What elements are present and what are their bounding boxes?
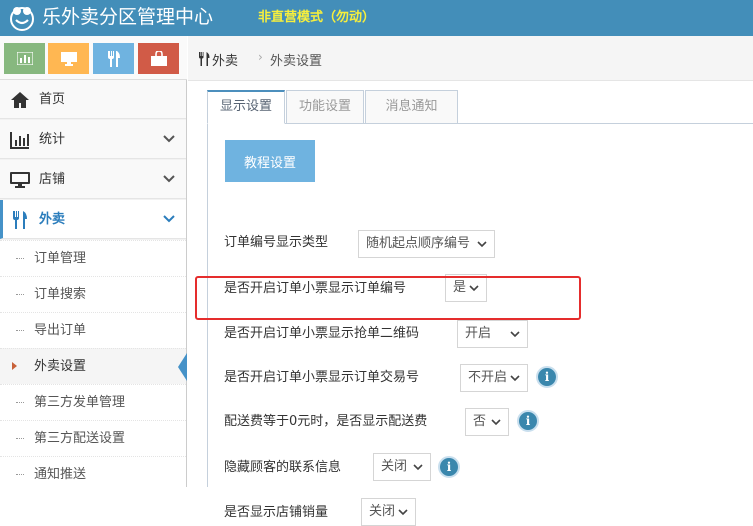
chevron-down-icon xyxy=(491,419,501,426)
select-value: 不开启 xyxy=(468,370,508,385)
select-value: 随机起点顺序编号 xyxy=(366,236,471,251)
shopping-bag-icon xyxy=(150,51,167,66)
sidebar-item-stats[interactable]: 统计 xyxy=(0,120,186,159)
tab-message-notifications[interactable]: 消息通知 xyxy=(365,90,458,124)
shortcut-takeout-button[interactable] xyxy=(93,43,134,74)
app-title: 乐外卖分区管理中心 xyxy=(42,6,214,28)
setting-label-zero-delivery-fee: 配送费等于0元时，是否显示配送费 xyxy=(224,414,428,429)
tab-feature-settings[interactable]: 功能设置 xyxy=(286,90,364,124)
takeout-submenu: 订单管理 订单搜索 导出订单 外卖设置 第三方发单管理 第三方配送设置 通知推送 xyxy=(0,240,187,487)
submenu-dash xyxy=(16,474,24,475)
chevron-down-icon xyxy=(510,331,520,338)
tab-display-settings[interactable]: 显示设置 xyxy=(207,90,285,124)
select-value: 关闭 xyxy=(369,504,396,519)
chevron-down-icon xyxy=(163,215,175,223)
sidebar-item-takeout[interactable]: 外卖 xyxy=(0,200,186,239)
submenu-dash xyxy=(16,330,24,331)
submenu-item-label: 第三方发单管理 xyxy=(34,395,126,410)
receipt-transaction-number-select[interactable]: 不开启 xyxy=(460,364,528,392)
hide-customer-contact-select[interactable]: 关闭 xyxy=(373,453,431,481)
sidebar-item-home[interactable]: 首页 xyxy=(0,80,186,119)
main-content: 外卖 › 外卖设置 显示设置 功能设置 消息通知 教程设置 订单编号显示类型 随… xyxy=(188,36,753,526)
home-icon xyxy=(11,92,29,108)
select-value: 否 xyxy=(473,414,487,429)
breadcrumb: 外卖 › 外卖设置 xyxy=(188,36,753,81)
breadcrumb-current: 外卖设置 xyxy=(270,54,323,69)
submenu-item-label: 通知推送 xyxy=(34,467,87,482)
zero-delivery-fee-select[interactable]: 否 xyxy=(465,408,509,436)
submenu-item-label: 外卖设置 xyxy=(34,359,87,374)
setting-label-receipt-transaction-number: 是否开启订单小票显示订单交易号 xyxy=(224,370,420,385)
submenu-dash xyxy=(16,402,24,403)
submenu-item-third-party-delivery[interactable]: 第三方配送设置 xyxy=(0,420,186,456)
setting-label-receipt-qr-code: 是否开启订单小票显示抢单二维码 xyxy=(224,326,420,341)
select-value: 关闭 xyxy=(381,459,408,474)
breadcrumb-link-takeout[interactable]: 外卖 xyxy=(212,50,238,69)
sidebar-item-label: 首页 xyxy=(39,92,66,107)
select-value: 开启 xyxy=(465,326,492,341)
submenu-item-label: 订单管理 xyxy=(34,251,87,266)
active-indicator xyxy=(12,362,17,370)
submenu-item-order-management[interactable]: 订单管理 xyxy=(0,240,186,276)
submenu-item-export-orders[interactable]: 导出订单 xyxy=(0,312,186,348)
sidebar-item-store[interactable]: 店铺 xyxy=(0,160,186,199)
sidebar-item-label: 店铺 xyxy=(39,172,66,187)
shortcut-store-button[interactable] xyxy=(48,43,89,74)
submenu-item-takeout-settings[interactable]: 外卖设置 xyxy=(0,348,187,384)
top-header: 乐外卖分区管理中心 非直营模式（勿动） xyxy=(0,0,753,36)
breadcrumb-separator: › xyxy=(258,50,263,64)
order-number-type-select[interactable]: 随机起点顺序编号 xyxy=(358,230,495,258)
mode-label: 非直营模式（勿动） xyxy=(258,10,376,25)
setting-label-order-number-type: 订单编号显示类型 xyxy=(224,235,329,250)
highlight-box xyxy=(195,276,581,320)
submenu-item-order-search[interactable]: 订单搜索 xyxy=(0,276,186,312)
shortcut-orders-button[interactable] xyxy=(138,43,179,74)
submenu-dash xyxy=(16,294,24,295)
active-arrow xyxy=(178,353,187,381)
submenu-dash xyxy=(16,258,24,259)
settings-tabs: 显示设置 功能设置 消息通知 xyxy=(207,90,753,124)
monitor-icon xyxy=(10,172,30,188)
info-icon[interactable]: i xyxy=(517,410,539,432)
monitor-icon xyxy=(60,51,77,66)
tab-panel: 教程设置 订单编号显示类型 随机起点顺序编号 是否开启订单小票显示订单编号 是 … xyxy=(195,124,753,526)
sidebar: 首页 统计 店铺 外卖 订单管理 订单搜索 导出订单 外卖设置 第三方发单管理 … xyxy=(0,36,187,487)
chevron-down-icon xyxy=(510,375,520,382)
chevron-down-icon xyxy=(477,241,487,248)
submenu-item-label: 导出订单 xyxy=(34,323,87,338)
chevron-down-icon xyxy=(163,175,175,183)
sidebar-item-label: 外卖 xyxy=(39,212,66,227)
shortcut-bar xyxy=(0,36,187,80)
receipt-qr-code-select[interactable]: 开启 xyxy=(457,320,528,348)
info-icon[interactable]: i xyxy=(536,366,558,388)
submenu-dash xyxy=(16,438,24,439)
setting-label-hide-customer-contact: 隐藏顾客的联系信息 xyxy=(224,460,342,475)
submenu-item-label: 订单搜索 xyxy=(34,287,87,302)
info-icon[interactable]: i xyxy=(438,456,460,478)
bar-chart-icon xyxy=(10,132,29,149)
show-store-sales-select[interactable]: 关闭 xyxy=(361,498,416,526)
bar-chart-icon xyxy=(16,52,33,65)
submenu-item-label: 第三方配送设置 xyxy=(34,431,126,446)
setting-label-show-store-sales: 是否显示店铺销量 xyxy=(224,505,329,520)
tutorial-settings-button[interactable]: 教程设置 xyxy=(225,140,315,182)
shortcut-stats-button[interactable] xyxy=(4,43,45,74)
chevron-down-icon xyxy=(163,135,175,143)
chevron-down-icon xyxy=(413,464,423,471)
utensils-icon xyxy=(199,52,210,66)
sidebar-item-label: 统计 xyxy=(39,132,66,147)
utensils-icon xyxy=(13,211,27,229)
logo-icon xyxy=(10,7,34,31)
chevron-down-icon xyxy=(398,509,408,516)
utensils-icon xyxy=(107,50,120,67)
submenu-item-third-party-dispatch[interactable]: 第三方发单管理 xyxy=(0,384,186,420)
